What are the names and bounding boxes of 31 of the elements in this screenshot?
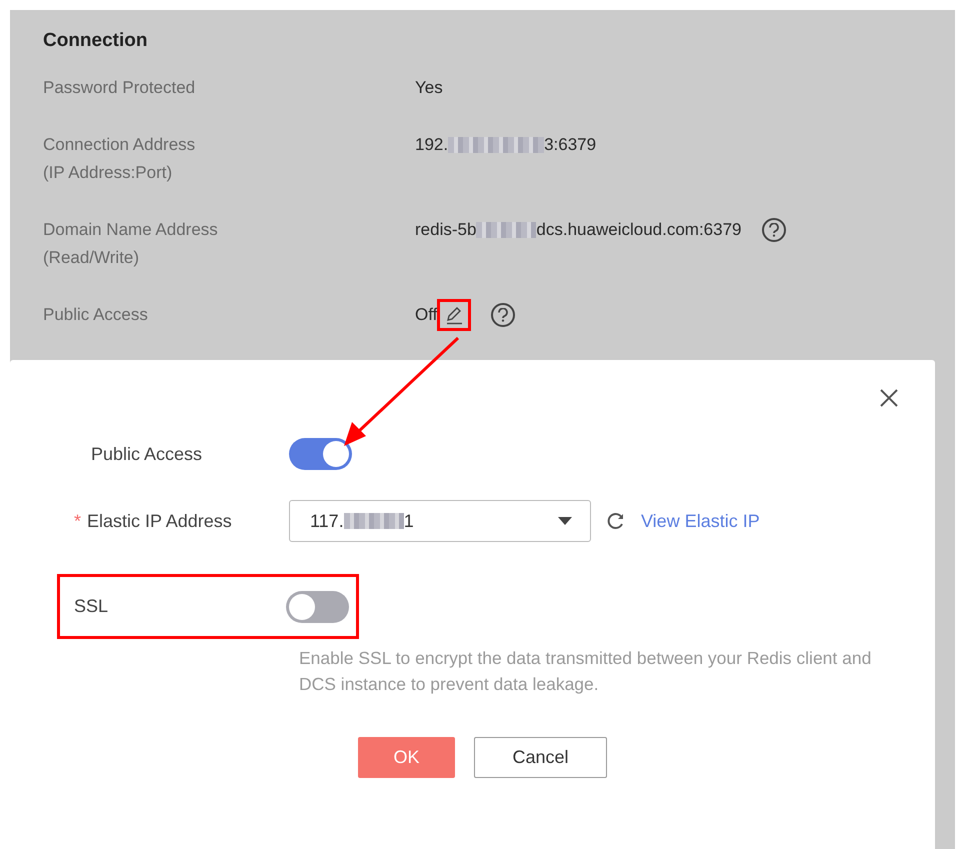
field-value: Yes <box>415 77 443 99</box>
field-label: Public Access <box>43 304 149 326</box>
edit-icon[interactable] <box>444 305 464 325</box>
field-value: 3:6379 <box>544 134 596 156</box>
ssl-description: Enable SSL to encrypt the data transmitted between your Redis client and DCS instance to prevent data leakage. <box>299 647 872 696</box>
field-value: Off <box>415 304 438 326</box>
cancel-button[interactable]: Cancel <box>474 737 607 778</box>
field-value: redis-5b <box>415 219 476 241</box>
field-label: Domain Name Address <box>43 219 219 241</box>
redacted-block <box>344 513 404 529</box>
field-label: SSL <box>74 596 110 617</box>
field-value: 1 <box>404 510 414 532</box>
field-label: Password Protected <box>43 77 196 99</box>
refresh-icon[interactable] <box>607 512 625 530</box>
toggle-switch[interactable] <box>289 438 352 470</box>
help-icon[interactable] <box>491 303 516 327</box>
view-elastic-ip-link[interactable]: View Elastic IP <box>641 510 760 532</box>
help-icon[interactable] <box>762 218 786 242</box>
field-value: 117. <box>310 510 344 532</box>
field-label: * Elastic IP Address <box>74 510 233 532</box>
ip-select[interactable]: 117. 1 <box>289 500 591 542</box>
field-label: Connection Address <box>43 134 196 156</box>
field-value: 192. <box>415 134 448 156</box>
field-label: (Read/Write) <box>43 247 140 269</box>
field-label: (IP Address:Port) <box>43 162 174 184</box>
caret-icon <box>558 517 572 525</box>
field-value: dcs.huaweicloud.com:6379 <box>536 219 742 241</box>
redacted-block <box>476 222 536 238</box>
field-label: Public Access <box>90 444 204 464</box>
section-title: Connection <box>43 30 148 52</box>
toggle-switch[interactable] <box>286 590 349 622</box>
